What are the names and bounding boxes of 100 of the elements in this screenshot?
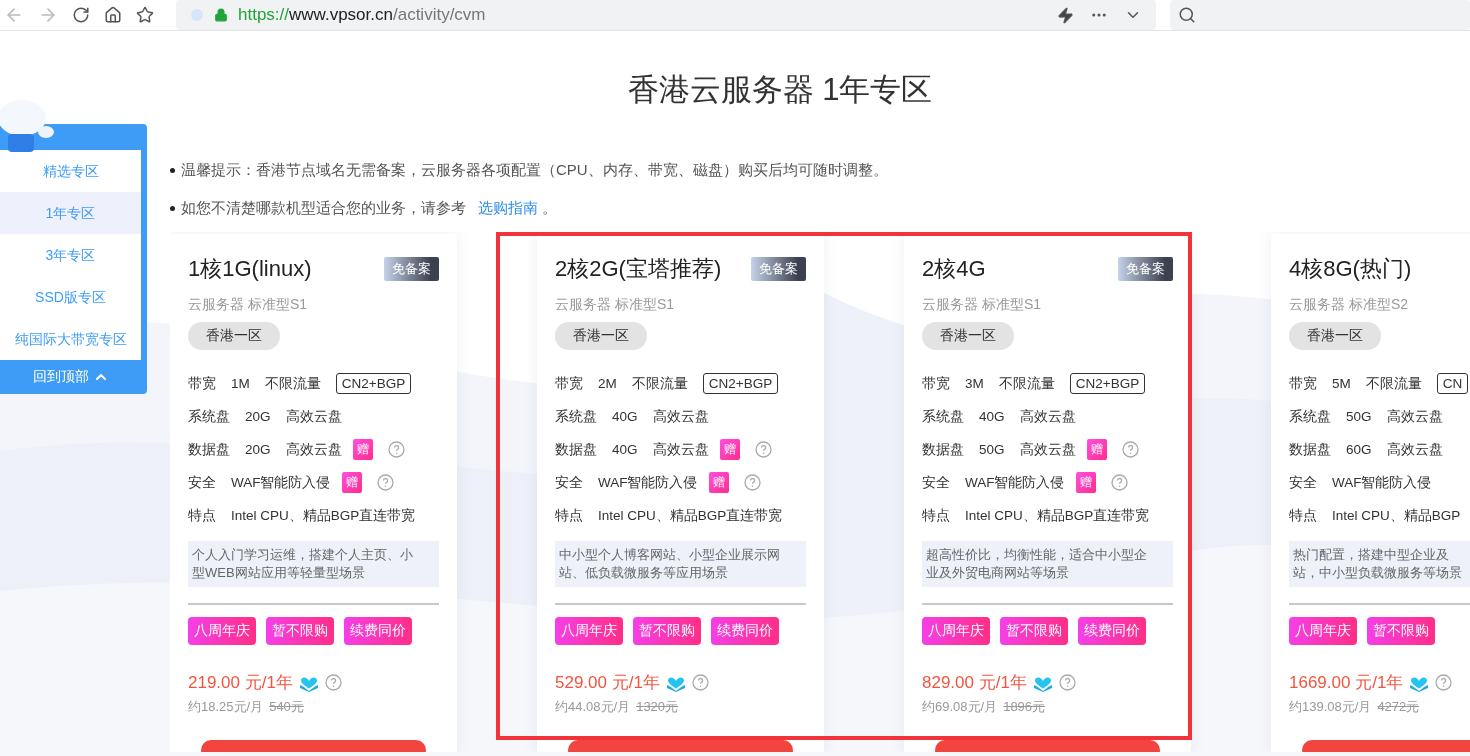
help-icon[interactable] — [743, 474, 761, 491]
promo-tag: 八周年庆 — [922, 617, 990, 645]
spec-text: 带宽 — [922, 374, 950, 393]
bullet-icon — [170, 206, 175, 211]
help-icon[interactable] — [324, 674, 342, 691]
spec-text: 安全 — [922, 473, 950, 492]
search-field[interactable] — [1170, 0, 1470, 30]
spec-text: 带宽 — [1289, 374, 1317, 393]
plan-title: 2核2G(宝塔推荐) — [555, 255, 722, 283]
line-tag: CN — [1436, 373, 1469, 394]
promo-tag: 八周年庆 — [555, 617, 623, 645]
spec-text: 数据盘 — [1289, 440, 1331, 459]
spec-text: 不限流量 — [1365, 374, 1422, 393]
description-text: 型WEB网站应用等轻量型场景 — [192, 564, 366, 582]
plan-title: 4核8G(热门) — [1289, 255, 1412, 283]
guide-link[interactable]: 选购指南 — [478, 199, 538, 218]
spec-text: 不限流量 — [998, 374, 1055, 393]
spec-text: WAF智能防入侵 — [231, 473, 331, 492]
description-text: 热门配置，搭建中型企业及 — [1293, 546, 1450, 564]
description-text: 中小型个人博客网站、小型企业展示网 — [559, 546, 781, 564]
monthly-price: 约44.08元/月 — [555, 698, 631, 716]
home-icon[interactable] — [104, 6, 122, 24]
spec-text: 60G — [1346, 442, 1372, 457]
region-pill: 香港一区 — [922, 322, 1014, 350]
line-tag: CN2+BGP — [335, 373, 412, 394]
spec-text: 高效云盘 — [1386, 407, 1443, 426]
plan-title: 1核1G(linux) — [188, 255, 312, 283]
price: 829.00 元/1年 — [922, 672, 1027, 694]
promo-tag: 续费同价 — [1078, 617, 1146, 645]
search-icon — [1178, 6, 1196, 24]
help-icon[interactable] — [376, 474, 394, 491]
spec-text: 带宽 — [188, 374, 216, 393]
gift-badge: 赠 — [1086, 439, 1107, 460]
notice-text: 。 — [542, 199, 557, 218]
spec-text: 高效云盘 — [652, 407, 709, 426]
price: 219.00 元/1年 — [188, 672, 293, 694]
gift-badge: 赠 — [719, 439, 740, 460]
spec-text: 数据盘 — [188, 440, 230, 459]
description-text: 站，中小型负载微服务等场景 — [1293, 564, 1463, 582]
region-pill: 香港一区 — [188, 322, 280, 350]
spec-text: 高效云盘 — [652, 440, 709, 459]
gift-badge: 赠 — [1075, 472, 1096, 493]
line-tag: CN2+BGP — [702, 373, 779, 394]
reload-icon[interactable] — [72, 6, 90, 24]
no-filing-badge: 免备案 — [751, 257, 806, 281]
star-list-icon[interactable] — [136, 6, 154, 24]
monthly-price: 约18.25元/月 — [188, 698, 264, 716]
help-icon[interactable] — [754, 441, 772, 458]
no-filing-badge: 免备案 — [1118, 257, 1173, 281]
help-icon[interactable] — [1058, 674, 1076, 691]
page-title: 香港云服务器 1年专区 — [627, 72, 933, 107]
promo-tag: 暂不限购 — [1000, 617, 1068, 645]
original-price: 4272元 — [1377, 698, 1420, 716]
promo-tag: 八周年庆 — [188, 617, 256, 645]
spec-text: 高效云盘 — [1019, 440, 1076, 459]
spec-text: Intel CPU、精品BGP直连带宽 — [965, 506, 1150, 525]
spec-text: 安全 — [555, 473, 583, 492]
help-icon[interactable] — [691, 674, 709, 691]
spec-text: 不限流量 — [631, 374, 688, 393]
region-pill: 香港一区 — [1289, 322, 1381, 350]
help-icon[interactable] — [387, 441, 405, 458]
spec-text: 2M — [598, 376, 617, 391]
promo-tag: 暂不限购 — [1367, 617, 1435, 645]
sidebar-item[interactable]: 1年专区 — [0, 192, 141, 234]
plan-type: 云服务器 标准型S1 — [922, 296, 1042, 314]
no-filing-badge: 免备案 — [384, 257, 439, 281]
help-icon[interactable] — [1435, 674, 1453, 691]
spec-text: 50G — [979, 442, 1005, 457]
spec-text: 20G — [245, 409, 271, 424]
description-text: 业及外贸电商网站等场景 — [926, 564, 1070, 582]
help-icon[interactable] — [1110, 474, 1128, 491]
spec-text: 高效云盘 — [1386, 440, 1443, 459]
spec-text: 40G — [612, 409, 638, 424]
plan-title: 2核4G — [922, 255, 986, 283]
gift-badge: 赠 — [708, 472, 729, 493]
promo-tag: 续费同价 — [711, 617, 779, 645]
spec-text: 高效云盘 — [285, 440, 342, 459]
spec-text: 系统盘 — [922, 407, 964, 426]
lightning-icon[interactable] — [1057, 6, 1074, 24]
description-text: 个人入门学习运维，搭建个人主页、小 — [192, 546, 414, 564]
spec-text: 40G — [979, 409, 1005, 424]
spec-text: 系统盘 — [188, 407, 230, 426]
spec-text: 特点 — [1289, 506, 1317, 525]
spec-text: 高效云盘 — [1019, 407, 1076, 426]
spec-text: WAF智能防入侵 — [598, 473, 698, 492]
spec-text: Intel CPU、精品BGP直连带宽 — [231, 506, 416, 525]
description-text: 站、低负载微服务等应用场景 — [559, 564, 729, 582]
spec-text: Intel CPU、精品BGP — [1332, 506, 1461, 525]
back-to-top-link[interactable]: 回到顶部 — [0, 360, 141, 394]
spec-text: 40G — [612, 442, 638, 457]
original-price: 1896元 — [1003, 698, 1046, 716]
promo-tag: 续费同价 — [344, 617, 412, 645]
notice-text: 如您不清楚哪款机型适合您的业务，请参考 — [181, 199, 466, 218]
gift-badge: 赠 — [352, 439, 373, 460]
spec-text: 1M — [231, 376, 250, 391]
plan-type: 云服务器 标准型S1 — [555, 296, 675, 314]
spec-text: 安全 — [188, 473, 216, 492]
spec-text: 数据盘 — [555, 440, 597, 459]
address-bar[interactable]: https://www.vpsor.cn/activity/cvm — [176, 0, 1156, 30]
help-icon[interactable] — [1121, 441, 1139, 458]
